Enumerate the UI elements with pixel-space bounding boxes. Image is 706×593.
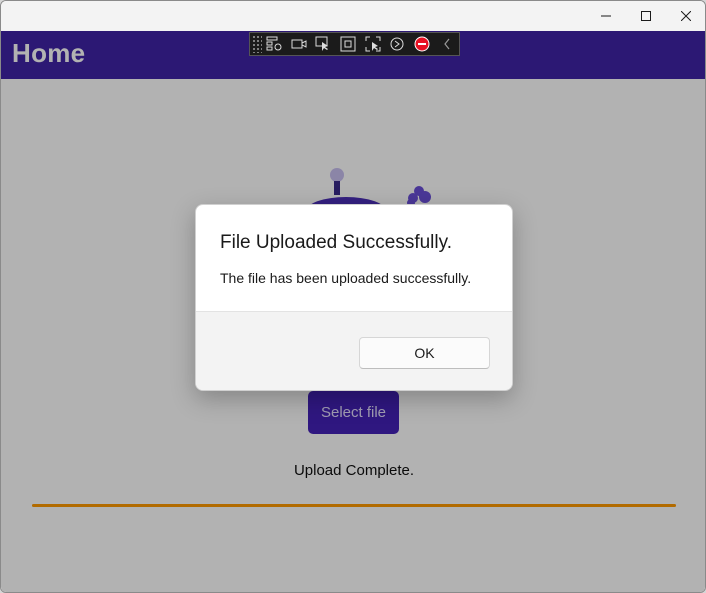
maximize-button[interactable] bbox=[626, 1, 666, 31]
video-camera-icon[interactable] bbox=[286, 33, 311, 55]
track-focused-element-icon[interactable] bbox=[360, 33, 385, 55]
xaml-debug-toolbar bbox=[249, 32, 460, 56]
dialog-message: The file has been uploaded successfully. bbox=[220, 270, 472, 286]
dialog-title: File Uploaded Successfully. bbox=[220, 232, 452, 253]
close-button[interactable] bbox=[666, 1, 705, 31]
hot-reload-icon[interactable] bbox=[385, 33, 410, 55]
maximize-icon bbox=[641, 11, 651, 21]
collapse-chevron-icon[interactable] bbox=[434, 33, 459, 55]
app-window: Home Select file Upload Complete. File U… bbox=[0, 0, 706, 593]
close-icon bbox=[681, 11, 691, 21]
minimize-button[interactable] bbox=[586, 1, 626, 31]
stop-icon[interactable] bbox=[410, 33, 435, 55]
live-visual-tree-icon[interactable] bbox=[262, 33, 287, 55]
display-layout-adorners-icon[interactable] bbox=[336, 33, 361, 55]
toolbar-grip[interactable] bbox=[252, 35, 262, 53]
ok-button[interactable]: OK bbox=[359, 337, 490, 369]
minimize-icon bbox=[601, 15, 611, 17]
upload-success-dialog: File Uploaded Successfully. The file has… bbox=[195, 204, 513, 391]
dialog-footer: OK bbox=[196, 311, 512, 390]
select-element-icon[interactable] bbox=[311, 33, 336, 55]
title-bar[interactable] bbox=[1, 1, 705, 31]
